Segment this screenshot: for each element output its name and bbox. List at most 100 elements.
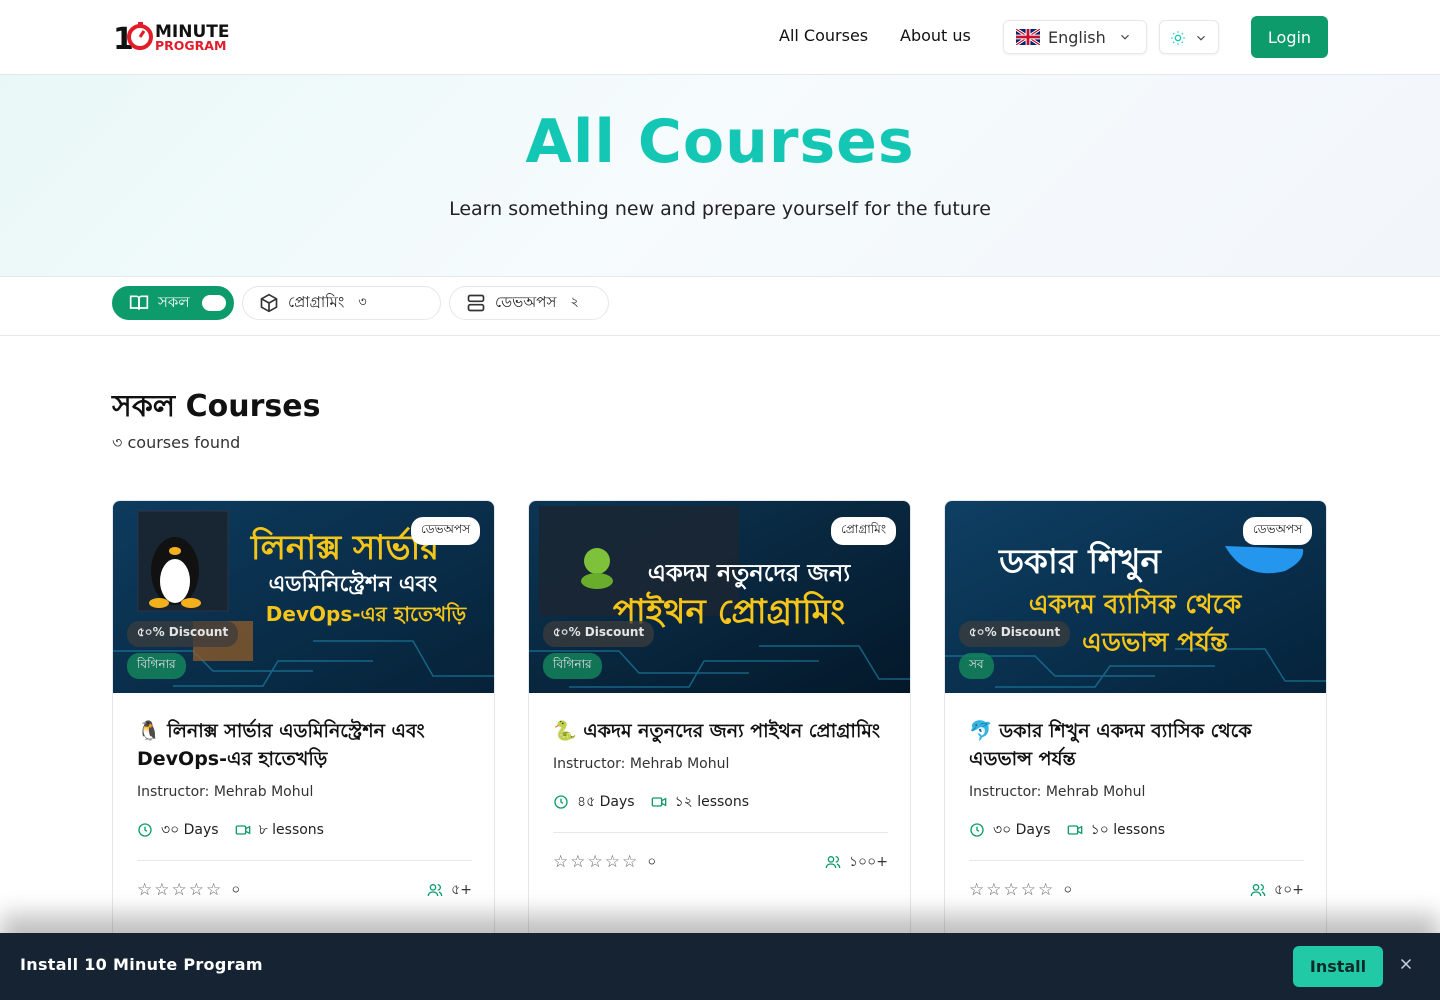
star-icon: ☆ xyxy=(553,851,569,872)
banner-line-2: এডমিনিস্ট্রেশন এবং xyxy=(269,569,438,597)
course-thumbnail: ডকার শিখুন একদম ব্যাসিক থেকে এডভান্স পর্… xyxy=(945,501,1326,693)
users-icon xyxy=(825,856,841,869)
book-open-icon xyxy=(129,295,149,310)
course-card[interactable]: একদম নতুনদের জন্য পাইথন প্রোগ্রামিং প্রো… xyxy=(528,500,911,980)
star-icon: ☆ xyxy=(587,851,603,872)
rating-stars: ☆ ☆ ☆ ☆ ☆ ০ xyxy=(969,879,1073,900)
star-icon: ☆ xyxy=(171,879,187,900)
course-duration: ৪৫ Days xyxy=(577,794,635,810)
filter-chip-programming[interactable]: প্রোগ্রামিং ৩ xyxy=(242,286,441,320)
filter-chip-count: ২ xyxy=(570,294,579,310)
users-icon xyxy=(1250,884,1266,897)
course-title[interactable]: 🐧 লিনাক্স সার্ভার এডমিনিস্ট্রেশন এবং Dev… xyxy=(137,717,472,773)
star-icon: ☆ xyxy=(1020,879,1036,900)
star-icon: ☆ xyxy=(154,879,170,900)
site-header: 1 MINUTE PROGRAM All Courses About us En… xyxy=(0,0,1440,75)
star-icon: ☆ xyxy=(1038,879,1054,900)
divider xyxy=(137,860,472,861)
course-card[interactable]: লিনাক্স সার্ভার এডমিনিস্ট্রেশন এবং DevOp… xyxy=(112,500,495,980)
filter-chip-count xyxy=(201,295,226,311)
language-select[interactable]: English xyxy=(1003,20,1147,54)
level-badge: বিগিনার xyxy=(543,653,602,679)
category-badge: ডেভঅপস xyxy=(410,517,480,545)
course-instructor: Instructor: Mehrab Mohul xyxy=(969,784,1146,800)
language-label: English xyxy=(1048,27,1106,47)
discount-badge: ৫০% Discount xyxy=(543,621,655,647)
course-thumbnail: লিনাক্স সার্ভার এডমিনিস্ট্রেশন এবং DevOp… xyxy=(113,501,494,693)
video-icon xyxy=(235,825,250,835)
filter-chip-label: ডেভঅপস xyxy=(495,292,557,311)
section-title: সকল Courses xyxy=(112,389,321,424)
video-icon xyxy=(1067,825,1082,835)
theme-toggle[interactable] xyxy=(1159,20,1219,54)
star-icon: ☆ xyxy=(137,879,153,900)
install-banner: Install 10 Minute Program Install xyxy=(0,933,1440,1000)
category-badge: প্রোগ্রামিং xyxy=(830,517,896,545)
category-badge: ডেভঅপস xyxy=(1242,517,1312,545)
rating-value: ০ xyxy=(1063,882,1073,898)
page-title: All Courses xyxy=(525,107,915,177)
level-badge: সব xyxy=(959,653,994,679)
banner-line-1: একদম নতুনদের জন্য xyxy=(648,559,852,589)
star-icon: ☆ xyxy=(969,879,985,900)
star-icon: ☆ xyxy=(206,879,222,900)
course-lessons: ১২ lessons xyxy=(674,794,750,810)
filter-chip-count: ৩ xyxy=(358,294,367,310)
rating-value: ০ xyxy=(231,882,241,898)
discount-badge: ৫০% Discount xyxy=(959,621,1071,647)
course-instructor: Instructor: Mehrab Mohul xyxy=(553,756,730,772)
login-button[interactable]: Login xyxy=(1251,16,1328,58)
logo-text-bottom: PROGRAM xyxy=(155,38,226,53)
filter-chip-devops[interactable]: ডেভঅপস ২ xyxy=(449,286,609,320)
star-icon: ☆ xyxy=(570,851,586,872)
server-icon xyxy=(467,294,485,312)
course-duration: ৩০ Days xyxy=(993,822,1051,838)
course-title[interactable]: 🐬 ডকার শিখুন একদম ব্যাসিক থেকে এডভান্স প… xyxy=(969,717,1304,773)
page-subtitle: Learn something new and prepare yourself… xyxy=(449,198,991,220)
course-lessons: ৮ lessons xyxy=(258,822,324,838)
rating-stars: ☆ ☆ ☆ ☆ ☆ ০ xyxy=(137,879,241,900)
users-icon xyxy=(427,884,443,897)
nav-all-courses[interactable]: All Courses xyxy=(779,26,868,45)
banner-line-3: এডভান্স পর্যন্ত xyxy=(1082,626,1229,658)
course-card[interactable]: ডকার শিখুন একদম ব্যাসিক থেকে এডভান্স পর্… xyxy=(944,500,1327,980)
hero-section: All Courses Learn something new and prep… xyxy=(0,75,1440,276)
close-icon[interactable] xyxy=(1397,955,1415,973)
clock-icon xyxy=(970,823,984,837)
chevron-down-icon xyxy=(1121,34,1129,40)
course-instructor: Instructor: Mehrab Mohul xyxy=(137,784,314,800)
logo[interactable]: 1 MINUTE PROGRAM xyxy=(113,21,233,57)
install-button[interactable]: Install xyxy=(1293,946,1383,987)
divider xyxy=(553,832,888,833)
clock-icon xyxy=(554,795,568,809)
discount-badge: ৫০% Discount xyxy=(127,621,239,647)
star-icon: ☆ xyxy=(1003,879,1019,900)
banner-line-2: একদম ব্যাসিক থেকে xyxy=(1029,588,1242,620)
chevron-down-icon xyxy=(1197,35,1205,41)
cube-icon xyxy=(260,293,278,313)
course-title[interactable]: 🐍 একদম নতুনদের জন্য পাইথন প্রোগ্রামিং xyxy=(553,717,888,745)
level-badge: বিগিনার xyxy=(127,653,186,679)
video-icon xyxy=(651,797,666,807)
courses-found-count: ৩ courses found xyxy=(112,433,241,452)
course-lessons: ১০ lessons xyxy=(1090,822,1166,838)
rating-value: ০ xyxy=(647,854,657,870)
enrolled-count: ১০০+ xyxy=(848,854,888,870)
nav-about-us[interactable]: About us xyxy=(900,26,971,45)
category-filter-bar: সকল প্রোগ্রামিং ৩ ডেভঅপস ২ xyxy=(0,276,1440,336)
course-duration: ৩০ Days xyxy=(161,822,219,838)
filter-chip-label: প্রোগ্রামিং xyxy=(288,292,345,311)
star-icon: ☆ xyxy=(604,851,620,872)
star-icon: ☆ xyxy=(986,879,1002,900)
install-banner-text: Install 10 Minute Program xyxy=(20,955,263,974)
rating-stars: ☆ ☆ ☆ ☆ ☆ ০ xyxy=(553,851,657,872)
clock-icon xyxy=(138,823,152,837)
enrolled-count: ৫০+ xyxy=(1274,882,1304,898)
banner-line-1: ডকার শিখুন xyxy=(998,541,1162,583)
star-icon: ☆ xyxy=(622,851,638,872)
banner-line-3: DevOps-এর হাতেখড়ি xyxy=(266,602,467,626)
filter-chip-label: সকল xyxy=(158,292,190,311)
uk-flag-icon xyxy=(1016,29,1040,45)
filter-chip-all[interactable]: সকল xyxy=(112,286,234,320)
enrolled-count: ৫+ xyxy=(451,882,472,898)
